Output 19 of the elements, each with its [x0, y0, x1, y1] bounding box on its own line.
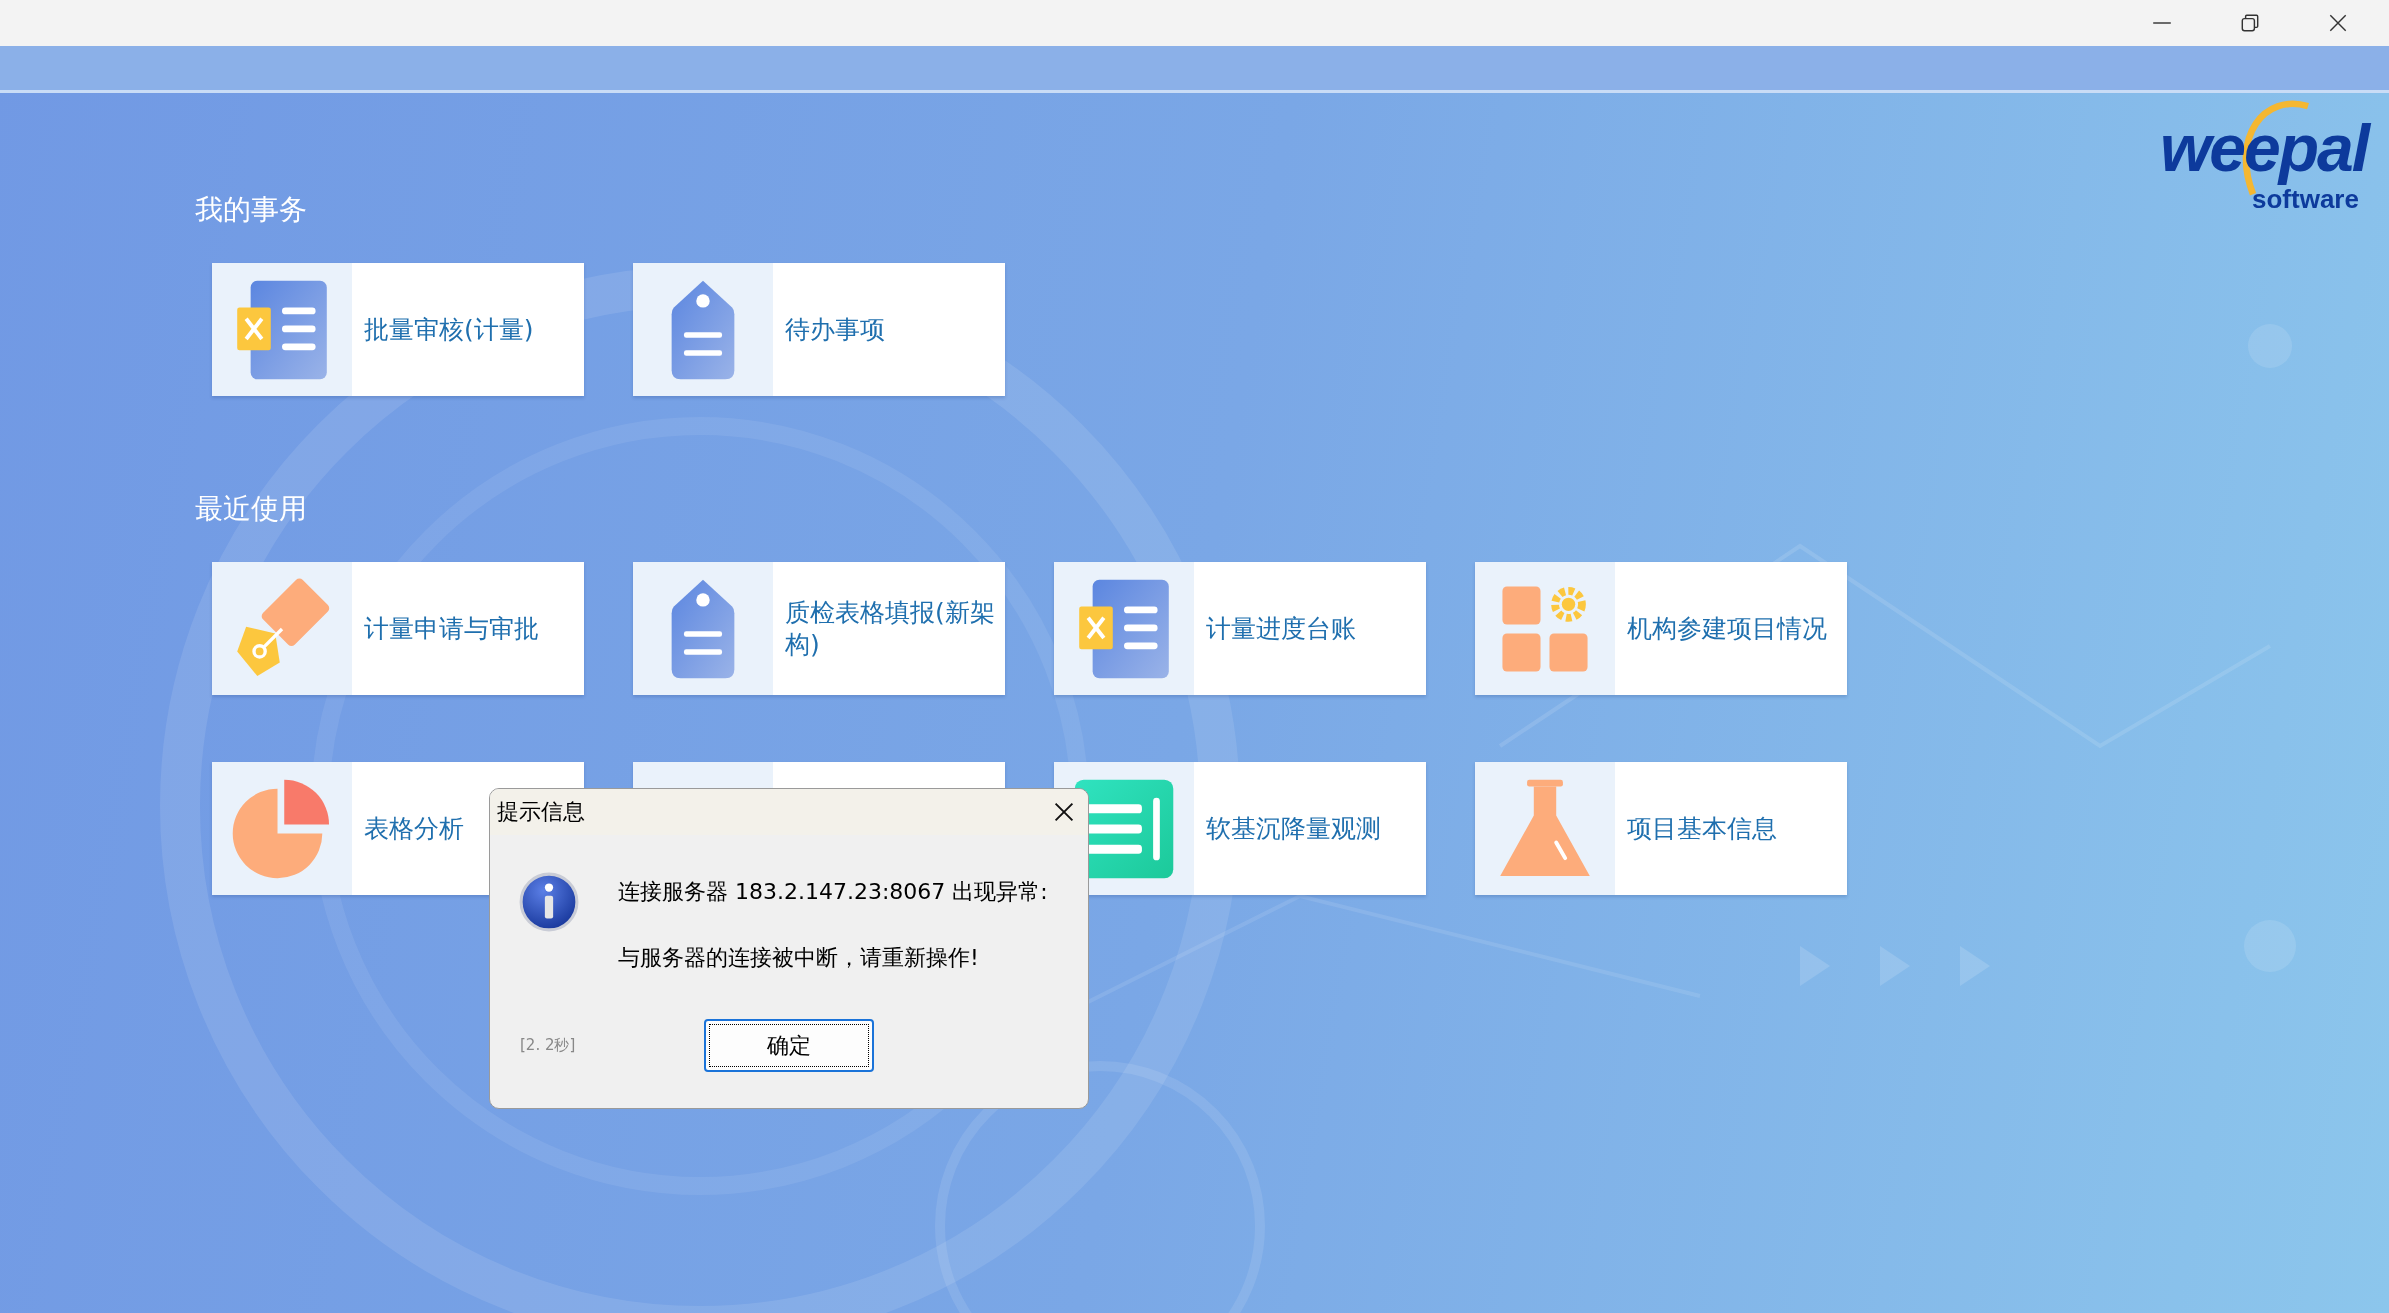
app-tile[interactable]: 计量进度台账	[1054, 562, 1426, 695]
countdown-text: [2. 2秒]	[520, 1036, 577, 1055]
app-tile[interactable]: 计量申请与审批	[212, 562, 584, 695]
message-text: 连接服务器 183.2.147.23:8067 出现异常:	[618, 878, 1048, 906]
info-icon	[518, 871, 580, 933]
dialog-title: 提示信息	[497, 798, 585, 826]
restore-icon[interactable]	[2239, 12, 2261, 34]
app-tile[interactable]: 机构参建项目情况	[1475, 562, 1847, 695]
ok-button[interactable]: 确定	[704, 1019, 874, 1072]
app-tile[interactable]: 软基沉降量观测	[1054, 762, 1426, 895]
app-tile[interactable]: 待办事项	[633, 263, 1005, 396]
section-title: 最近使用	[195, 492, 307, 526]
close-icon[interactable]	[2327, 12, 2349, 34]
app-tile[interactable]: 批量审核(计量)	[212, 263, 584, 396]
close-icon[interactable]	[1052, 800, 1076, 824]
section-title: 我的事务	[195, 193, 307, 227]
app-tile[interactable]: 质检表格填报(新架构)	[633, 562, 1005, 695]
app-tile[interactable]: 项目基本信息	[1475, 762, 1847, 895]
message-text: 与服务器的连接被中断，请重新操作!	[618, 944, 980, 972]
